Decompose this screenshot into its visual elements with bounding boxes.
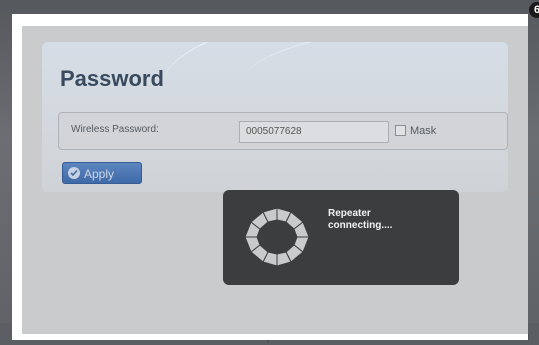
apply-label: Apply [84, 167, 115, 181]
overlay-line-1: Repeater [328, 208, 371, 219]
connecting-overlay: Repeater connecting.... [223, 190, 459, 285]
password-form-row: Wireless Password: 0005077628 Mask [58, 112, 508, 150]
mask-label: Mask [410, 125, 437, 137]
mask-checkbox[interactable] [395, 125, 406, 136]
loading-spinner-icon [244, 207, 310, 267]
overlay-line-2: connecting.... [328, 220, 393, 231]
wireless-password-input[interactable]: 0005077628 [239, 121, 389, 143]
close-icon[interactable]: 6 [529, 2, 539, 18]
connecting-message: Repeater connecting.... [328, 208, 448, 232]
wireless-password-label: Wireless Password: [71, 124, 159, 135]
apply-button[interactable]: Apply [62, 162, 142, 184]
page-title: Password [60, 66, 164, 91]
check-icon [68, 167, 80, 179]
